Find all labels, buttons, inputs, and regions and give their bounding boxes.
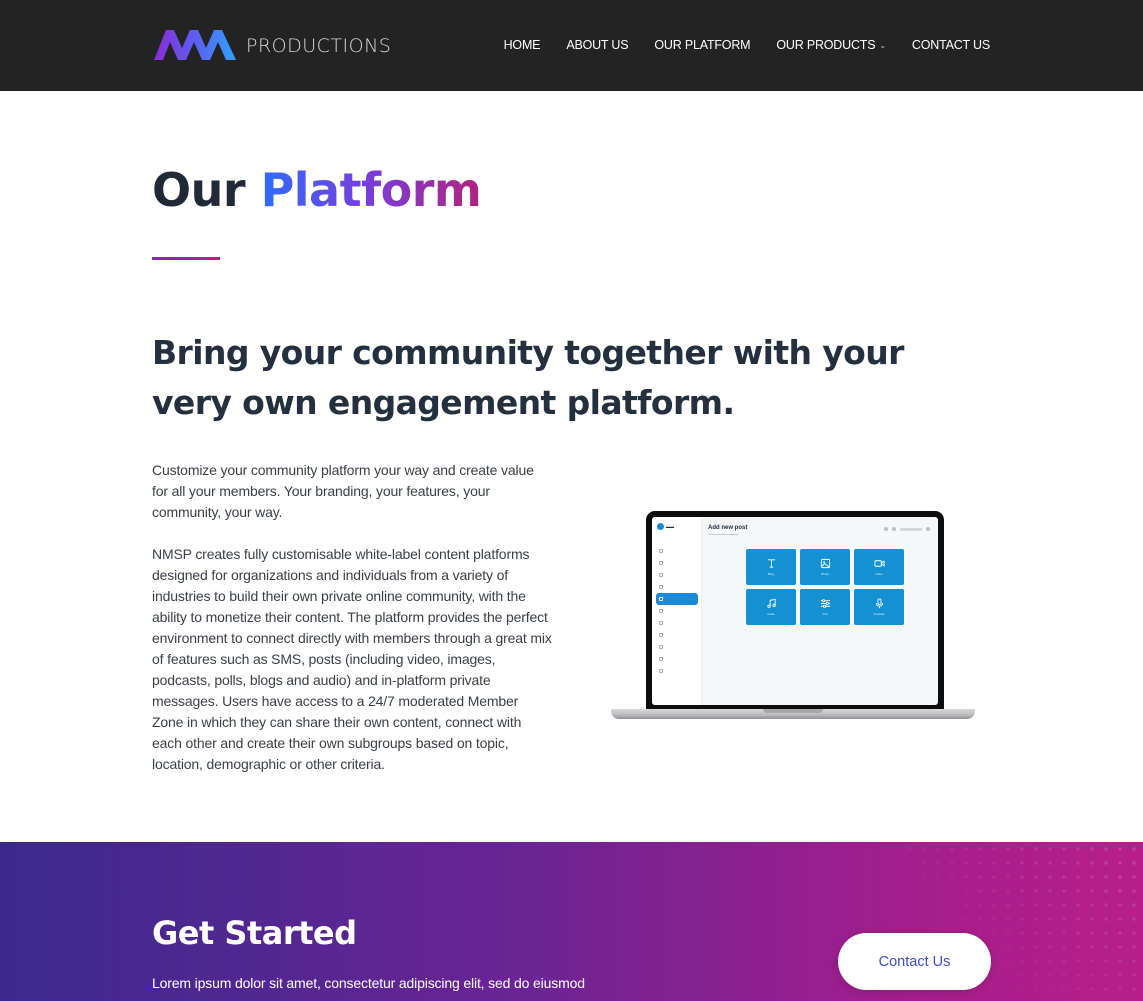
page-title-accent: Platform <box>260 163 482 217</box>
screen-header-underline <box>708 534 738 535</box>
screen-menu-item <box>656 665 698 677</box>
intro-paragraph: Customize your community platform your w… <box>152 462 534 520</box>
post-type-label: Photo <box>821 572 829 576</box>
post-type-label: Audio <box>767 612 775 616</box>
post-type-label: Podcast <box>873 612 885 616</box>
laptop-notch <box>763 709 823 713</box>
screen-topbar-icon <box>884 527 888 531</box>
post-type-blog: Blog <box>746 549 796 585</box>
music-icon <box>766 598 776 608</box>
nav-about-us[interactable]: ABOUT US <box>566 38 628 52</box>
post-type-label: Poll <box>822 612 828 616</box>
screen-logo-icon <box>657 523 664 530</box>
screen-topbar <box>884 527 930 531</box>
post-type-label: Blog <box>767 572 774 576</box>
screen-header: Add new post <box>708 525 748 531</box>
laptop-mockup-image: ▬▬ Add new post Blog Photo Video Audio P… <box>611 511 975 721</box>
text-icon <box>767 559 775 568</box>
contact-us-button[interactable]: Contact Us <box>838 933 991 990</box>
title-divider <box>152 257 220 260</box>
nav-our-products[interactable]: OUR PRODUCTS ⌄ <box>776 38 886 52</box>
get-started-section: Get Started Lorem ipsum dolor sit amet, … <box>0 842 1143 1001</box>
post-type-podcast: Podcast <box>854 589 904 625</box>
screen-menu-item-active <box>656 593 698 605</box>
site-header: PRODUCTIONS HOME ABOUT US OUR PLATFORM O… <box>0 0 1143 91</box>
post-type-label: Video <box>875 572 883 576</box>
post-type-photo: Photo <box>800 549 850 585</box>
screen-menu-item <box>656 641 698 653</box>
screen-menu-item <box>656 545 698 557</box>
nav-contact-us[interactable]: CONTACT US <box>912 38 990 52</box>
chevron-down-icon: ⌄ <box>879 40 886 50</box>
body-copy: Customize your community platform your w… <box>152 460 552 775</box>
section-headline: Bring your community together with your … <box>152 333 904 422</box>
screen-menu-item <box>656 581 698 593</box>
page-title: Our Platform <box>152 163 482 217</box>
logo-mark-icon <box>154 30 236 60</box>
cta-text: Lorem ipsum dolor sit amet, consectetur … <box>152 975 585 991</box>
post-type-video: Video <box>854 549 904 585</box>
microphone-icon <box>875 598 883 609</box>
screen-menu-item <box>656 569 698 581</box>
logo[interactable]: PRODUCTIONS <box>152 26 391 66</box>
screen-menu <box>656 545 698 677</box>
screen-logo: ▬▬ <box>657 523 674 530</box>
description-paragraph: NMSP creates fully customisable white-la… <box>152 546 552 772</box>
screen-topbar-icon <box>892 527 896 531</box>
video-icon <box>873 560 885 567</box>
screen-menu-item <box>656 629 698 641</box>
logo-text: PRODUCTIONS <box>246 35 392 57</box>
nav-our-platform[interactable]: OUR PLATFORM <box>654 38 750 52</box>
screen-menu-item <box>656 557 698 569</box>
screen-menu-item <box>656 617 698 629</box>
screen-logo-mark: ▬▬ <box>666 524 674 529</box>
screen-topbar-icon <box>926 527 930 531</box>
laptop-lid: ▬▬ Add new post Blog Photo Video Audio P… <box>646 511 944 711</box>
nav-our-products-label: OUR PRODUCTS <box>776 38 876 52</box>
post-type-grid: Blog Photo Video Audio Poll Podcast <box>746 549 906 625</box>
post-type-poll: Poll <box>800 589 850 625</box>
page-title-part1: Our <box>152 163 246 217</box>
laptop-screen: ▬▬ Add new post Blog Photo Video Audio P… <box>652 517 938 705</box>
nav-home[interactable]: HOME <box>504 38 541 52</box>
cta-title: Get Started <box>152 914 357 952</box>
main-nav: HOME ABOUT US OUR PLATFORM OUR PRODUCTS … <box>504 38 991 52</box>
screen-sidebar: ▬▬ <box>652 517 702 705</box>
screen-topbar-bar <box>900 527 922 531</box>
image-icon <box>820 558 830 569</box>
post-type-audio: Audio <box>746 589 796 625</box>
screen-menu-item <box>656 605 698 617</box>
sliders-icon <box>820 599 830 608</box>
screen-menu-item <box>656 653 698 665</box>
